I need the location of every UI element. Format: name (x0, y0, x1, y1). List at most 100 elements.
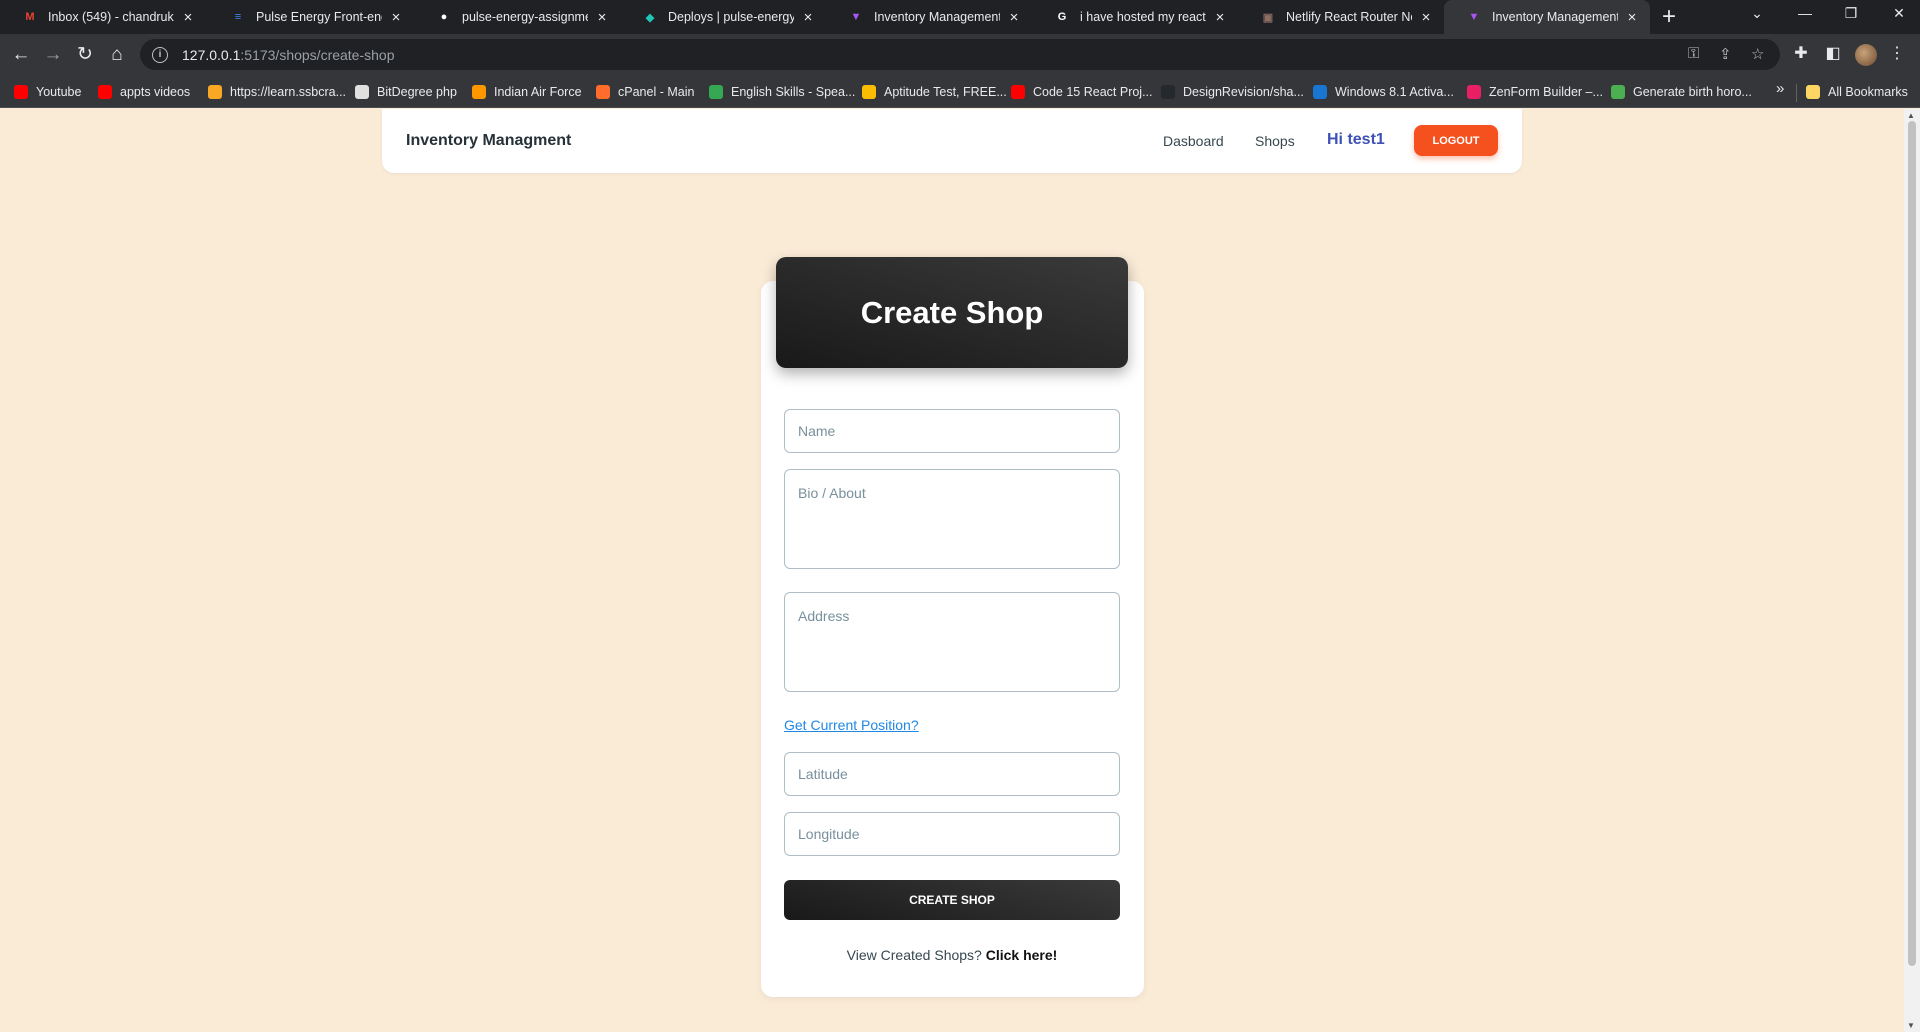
create-shop-button[interactable]: CREATE SHOP (784, 880, 1120, 920)
latitude-input[interactable]: Latitude (784, 752, 1120, 796)
all-bookmarks-button[interactable]: All Bookmarks (1806, 83, 1908, 101)
nav-link-shops[interactable]: Shops (1255, 133, 1295, 149)
view-shops-link[interactable]: Click here! (986, 947, 1058, 963)
bookmark-item[interactable]: Youtube (14, 83, 81, 101)
bookmark-favicon-icon (1467, 85, 1481, 99)
scrollbar-thumb[interactable] (1908, 121, 1916, 966)
browser-tab[interactable]: ≡ Pulse Energy Front-end Co × (208, 0, 414, 34)
close-tab-icon[interactable]: × (388, 9, 404, 26)
bookmark-favicon-icon (355, 85, 369, 99)
browser-toolbar: ← → ↻ ⌂ i 127.0.0.1:5173/shops/create-sh… (0, 34, 1920, 76)
docs-icon: ≡ (234, 11, 242, 23)
bookmark-label: English Skills - Spea... (731, 85, 856, 99)
bookmark-label: DesignRevision/sha... (1183, 85, 1304, 99)
tab-title: Pulse Energy Front-end Co (256, 10, 382, 24)
close-tab-icon[interactable]: × (1418, 9, 1434, 26)
bookmark-favicon-icon (1161, 85, 1175, 99)
all-bookmarks-label: All Bookmarks (1828, 85, 1908, 99)
close-tab-icon[interactable]: × (800, 9, 816, 26)
bookmark-label: appts videos (120, 85, 191, 99)
bookmark-item[interactable]: English Skills - Spea... (709, 83, 855, 101)
url-path: :5173/shops/create-shop (240, 46, 395, 63)
bookmarks-overflow-icon[interactable]: » (1776, 80, 1784, 97)
profile-avatar[interactable] (1855, 44, 1877, 66)
bookmark-item[interactable]: https://learn.ssbcra... (208, 83, 346, 101)
bookmark-item[interactable]: Generate birth horo... (1611, 83, 1752, 101)
close-tab-icon[interactable]: × (1212, 9, 1228, 26)
nav-link-dashboard[interactable]: Dasboard (1163, 133, 1224, 149)
bookmark-label: Youtube (36, 85, 82, 99)
bookmark-favicon-icon (709, 85, 723, 99)
address-bar[interactable]: i 127.0.0.1:5173/shops/create-shop (140, 39, 1780, 70)
bookmark-favicon-icon (14, 85, 28, 99)
bookmarks-divider (1796, 84, 1797, 102)
github-icon: ● (440, 11, 448, 23)
bookmark-label: Aptitude Test, FREE... (884, 85, 1007, 99)
tab-title: Deploys | pulse-energy | N (668, 10, 794, 24)
tab-title: i have hosted my react ap (1080, 10, 1206, 24)
browser-tab[interactable]: ◆ Deploys | pulse-energy | N × (620, 0, 826, 34)
site-info-icon[interactable]: i (152, 46, 168, 63)
longitude-input[interactable]: Longitude (784, 812, 1120, 856)
close-window-icon[interactable]: ✕ (1889, 5, 1909, 22)
browser-tab[interactable]: ● pulse-energy-assignment × (414, 0, 620, 34)
page-icon: ▣ (1262, 11, 1274, 24)
reload-icon[interactable]: ↻ (72, 42, 98, 68)
home-icon[interactable]: ⌂ (104, 42, 130, 68)
browser-tab[interactable]: Gi have hosted my react ap × (1032, 0, 1238, 34)
back-icon[interactable]: ← (8, 42, 34, 68)
gmail-icon: M (25, 11, 35, 23)
bookmark-item[interactable]: ZenForm Builder –... (1467, 83, 1603, 101)
extensions-icon[interactable]: ✚ (1789, 43, 1813, 63)
close-tab-icon[interactable]: × (180, 9, 196, 26)
tab-title: Inventory Management (874, 10, 1000, 24)
user-greeting: Hi test1 (1327, 131, 1385, 148)
menu-icon[interactable]: ⋮ (1885, 43, 1909, 63)
close-tab-icon[interactable]: × (1006, 9, 1022, 26)
form-title: Create Shop (860, 294, 1044, 330)
browser-tab[interactable]: ▼ Inventory Management × (826, 0, 1032, 34)
bookmark-label: Indian Air Force (494, 85, 582, 99)
address-textarea[interactable]: Address (784, 592, 1120, 692)
share-icon[interactable]: ⇪ (1719, 45, 1732, 63)
scroll-up-icon[interactable]: ▲ (1907, 111, 1915, 120)
new-tab-button[interactable]: + (1662, 3, 1676, 31)
bookmark-label: Generate birth horo... (1633, 85, 1752, 99)
close-tab-icon[interactable]: × (594, 9, 610, 26)
restore-icon[interactable]: ❐ (1841, 5, 1861, 22)
bookmark-favicon-icon (1011, 85, 1025, 99)
bio-textarea[interactable]: Bio / About (784, 469, 1120, 569)
vite-icon: ▼ (850, 11, 862, 23)
bookmark-item[interactable]: BitDegree php (355, 83, 457, 101)
minimize-icon[interactable]: — (1795, 5, 1815, 21)
vite-icon: ▼ (1468, 11, 1480, 23)
tab-title: Inventory Management (1492, 10, 1618, 24)
bookmark-favicon-icon (1313, 85, 1327, 99)
scroll-down-icon[interactable]: ▼ (1907, 1021, 1915, 1030)
browser-tab[interactable]: ▣ Netlify React Router Not W × (1238, 0, 1444, 34)
get-current-position-link[interactable]: Get Current Position? (784, 717, 919, 733)
bookmark-item[interactable]: appts videos (98, 83, 190, 101)
bookmark-item[interactable]: Code 15 React Proj... (1011, 83, 1153, 101)
page-scrollbar[interactable]: ▲ ▼ (1904, 109, 1920, 1032)
browser-tab[interactable]: ▼ Inventory Management × (1444, 0, 1650, 34)
bookmark-item[interactable]: Windows 8.1 Activa... (1313, 83, 1454, 101)
bookmark-label: BitDegree php (377, 85, 457, 99)
password-key-icon[interactable]: ⚿ (1688, 45, 1699, 62)
bookmark-label: Code 15 React Proj... (1033, 85, 1153, 99)
bookmark-item[interactable]: Aptitude Test, FREE... (862, 83, 1007, 101)
close-tab-icon[interactable]: × (1624, 9, 1640, 26)
forward-icon[interactable]: → (40, 42, 66, 68)
view-shops-footer: View Created Shops? Click here! (784, 947, 1120, 963)
side-panel-icon[interactable]: ◧ (1821, 43, 1845, 63)
bookmark-item[interactable]: DesignRevision/sha... (1161, 83, 1304, 101)
bookmark-star-icon[interactable]: ☆ (1751, 45, 1764, 63)
logout-button[interactable]: LOGOUT (1414, 125, 1498, 156)
bookmark-label: ZenForm Builder –... (1489, 85, 1603, 99)
bookmark-item[interactable]: Indian Air Force (472, 83, 582, 101)
tab-search-icon[interactable]: ⌄ (1747, 5, 1767, 22)
name-input[interactable]: Name (784, 409, 1120, 453)
browser-tab[interactable]: M Inbox (549) - chandruking × (0, 0, 206, 34)
google-icon: G (1057, 11, 1067, 23)
bookmark-item[interactable]: cPanel - Main (596, 83, 694, 101)
